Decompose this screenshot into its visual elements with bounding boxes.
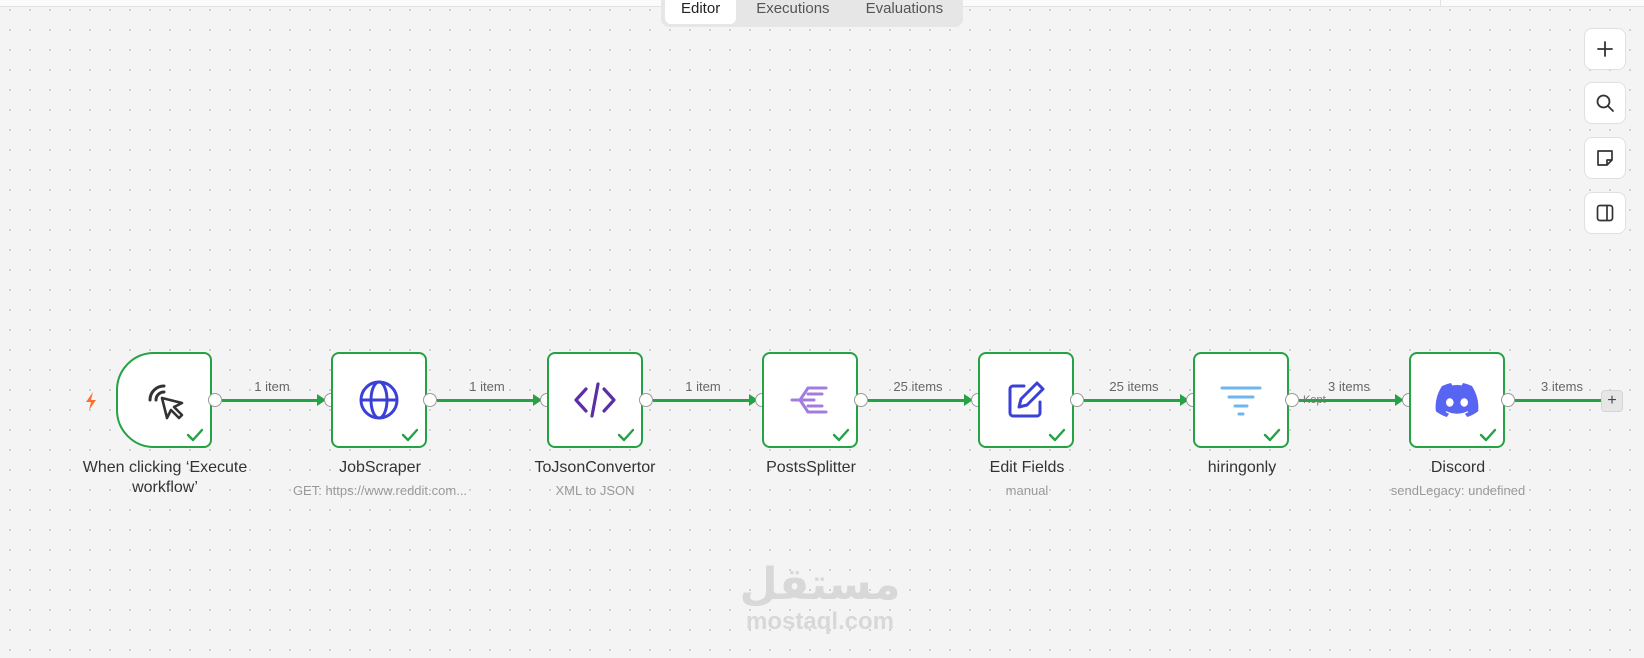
- node-title: When clicking ‘Execute workflow’: [82, 459, 248, 496]
- node-title: hiringonly: [1207, 459, 1277, 476]
- toggle-side-panel-button[interactable]: [1584, 192, 1626, 234]
- lightning-bolt-icon: [86, 392, 96, 410]
- edge-label: 1 item: [254, 379, 290, 394]
- tab-evaluations[interactable]: Evaluations: [850, 0, 960, 24]
- watermark-text: mostaql.com: [745, 608, 895, 635]
- add-node-button[interactable]: [1584, 28, 1626, 70]
- output-handle[interactable]: [208, 393, 222, 407]
- sticky-note-icon: [1597, 150, 1613, 166]
- cursor-click-icon: [148, 384, 184, 420]
- watermark: مستقل mostaql.com: [730, 560, 910, 634]
- node-hiringonly[interactable]: [1193, 352, 1289, 448]
- add-next-node-button[interactable]: +: [1601, 390, 1623, 412]
- plus-icon: [1597, 41, 1613, 57]
- connection-line[interactable]: [1515, 399, 1601, 402]
- edge-label: 3 items: [1541, 379, 1583, 394]
- discord-icon: [1435, 383, 1479, 417]
- success-check-icon: [832, 428, 850, 442]
- success-check-icon: [617, 428, 635, 442]
- top-bar-divider: [1440, 0, 1441, 6]
- search-icon: [1596, 94, 1614, 112]
- connection-line[interactable]: [653, 399, 750, 402]
- node-subtitle: XML to JSON: [555, 483, 635, 498]
- connection-line[interactable]: [868, 399, 965, 402]
- output-handle[interactable]: [639, 393, 653, 407]
- node-title: Discord: [1430, 459, 1486, 476]
- success-check-icon: [1479, 428, 1497, 442]
- node-tojsonconvertor[interactable]: [547, 352, 643, 448]
- search-nodes-button[interactable]: [1584, 82, 1626, 124]
- success-check-icon: [401, 428, 419, 442]
- filter-icon: [1220, 386, 1262, 416]
- code-icon: [574, 382, 616, 418]
- node-postssplitter[interactable]: [762, 352, 858, 448]
- node-title: JobScraper: [339, 459, 421, 476]
- connection-line[interactable]: [222, 399, 318, 402]
- add-sticky-note-button[interactable]: [1584, 137, 1626, 179]
- edge-label: 25 items: [893, 379, 943, 394]
- edit-pen-icon: [1008, 381, 1045, 418]
- output-handle[interactable]: [854, 393, 868, 407]
- edge-label: 1 item: [685, 379, 721, 394]
- output-handle[interactable]: [1501, 393, 1515, 407]
- node-subtitle: manual: [1005, 483, 1049, 498]
- success-check-icon: [1263, 428, 1281, 442]
- tab-editor[interactable]: Editor: [665, 0, 737, 24]
- watermark-logo: مستقل: [739, 559, 901, 610]
- output-handle[interactable]: [1285, 393, 1299, 407]
- node-jobscraper[interactable]: [331, 352, 427, 448]
- edge-label: 25 items: [1109, 379, 1159, 394]
- view-tabs: Editor Executions Evaluations: [661, 0, 964, 27]
- node-title: PostsSplitter: [766, 459, 856, 476]
- node-title: ToJsonConvertor: [534, 459, 656, 476]
- node-subtitle: sendLegacy: undefined: [1390, 483, 1526, 498]
- node-title: Edit Fields: [989, 459, 1065, 476]
- split-icon: [790, 386, 828, 414]
- node-subtitle: GET: https://www.reddit.com...: [292, 483, 468, 498]
- success-check-icon: [186, 428, 204, 442]
- side-panel-icon: [1596, 204, 1614, 222]
- edge-label: 1 item: [469, 379, 505, 394]
- node-discord[interactable]: [1409, 352, 1505, 448]
- output-handle[interactable]: [423, 393, 437, 407]
- node-edit-fields[interactable]: [978, 352, 1074, 448]
- output-handle[interactable]: [1070, 393, 1084, 407]
- globe-icon: [359, 380, 399, 420]
- connection-line[interactable]: [437, 399, 534, 402]
- branch-label-kept: Kept: [1303, 394, 1326, 406]
- edge-label: 3 items: [1328, 379, 1370, 394]
- tab-executions[interactable]: Executions: [740, 0, 845, 24]
- node-manual-trigger[interactable]: [116, 352, 212, 448]
- success-check-icon: [1048, 428, 1066, 442]
- connection-line[interactable]: [1084, 399, 1181, 402]
